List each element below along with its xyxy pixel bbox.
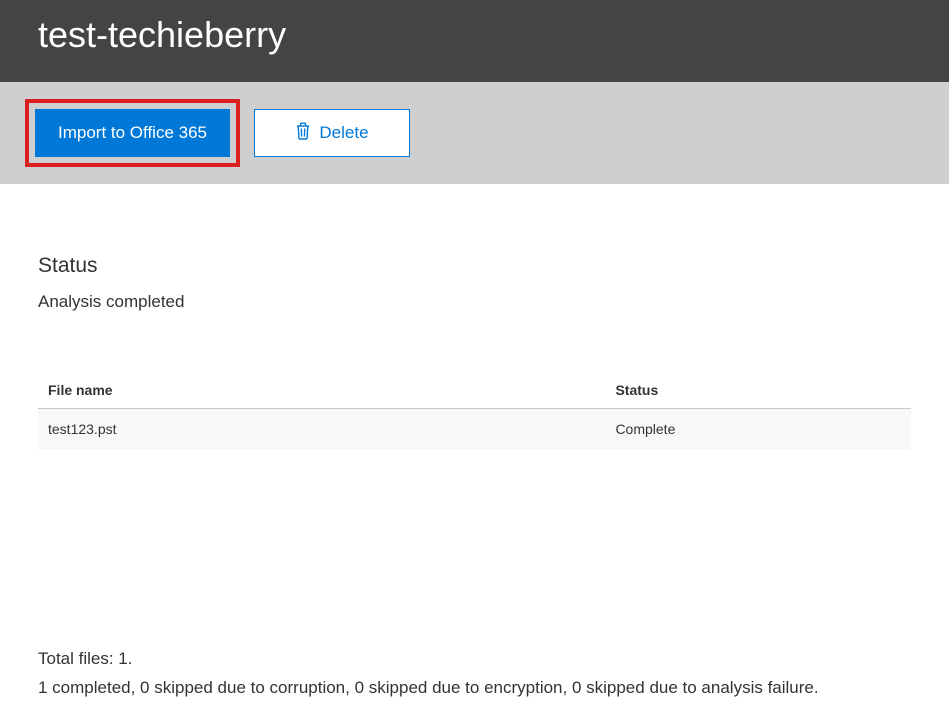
column-header-status[interactable]: Status bbox=[605, 372, 911, 409]
import-button-label: Import to Office 365 bbox=[58, 123, 207, 143]
status-message: Analysis completed bbox=[38, 292, 911, 312]
page-title: test-techieberry bbox=[38, 12, 911, 59]
trash-icon bbox=[295, 122, 311, 145]
status-heading: Status bbox=[38, 254, 911, 278]
delete-button-label: Delete bbox=[319, 123, 368, 143]
import-highlight-box: Import to Office 365 bbox=[25, 99, 240, 167]
column-header-filename[interactable]: File name bbox=[38, 372, 605, 409]
table-row[interactable]: test123.pst Complete bbox=[38, 409, 911, 450]
action-bar: Import to Office 365 Delete bbox=[0, 82, 949, 184]
file-table: File name Status test123.pst Complete bbox=[38, 372, 911, 449]
total-files-line: Total files: 1. bbox=[38, 645, 938, 674]
summary-detail-line: 1 completed, 0 skipped due to corruption… bbox=[38, 674, 938, 703]
cell-filename: test123.pst bbox=[38, 409, 605, 450]
summary-block: Total files: 1. 1 completed, 0 skipped d… bbox=[38, 645, 938, 703]
import-to-office-365-button[interactable]: Import to Office 365 bbox=[35, 109, 230, 157]
title-bar: test-techieberry bbox=[0, 0, 949, 82]
cell-status: Complete bbox=[605, 409, 911, 450]
content-area: Status Analysis completed File name Stat… bbox=[0, 184, 949, 449]
delete-button[interactable]: Delete bbox=[254, 109, 410, 157]
